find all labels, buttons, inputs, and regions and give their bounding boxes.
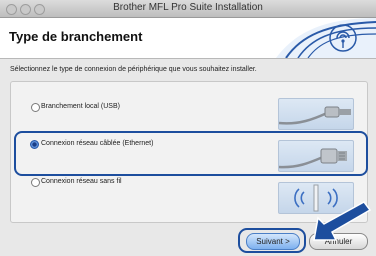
usb-cable-icon xyxy=(278,98,354,130)
page-header: Type de branchement xyxy=(0,18,376,59)
wireless-logo-icon xyxy=(276,18,376,58)
window-title: Brother MFL Pro Suite Installation xyxy=(113,2,263,13)
radio-wireless[interactable] xyxy=(31,178,40,187)
option-label-wireless[interactable]: Connexion réseau sans fil xyxy=(41,178,122,185)
selected-option-highlight xyxy=(14,131,368,176)
title-bar: Brother MFL Pro Suite Installation xyxy=(0,0,376,18)
pointer-arrow-icon xyxy=(313,201,372,241)
installer-window: Brother MFL Pro Suite Installation Type … xyxy=(0,0,376,256)
instruction-text: Sélectionnez le type de connexion de pér… xyxy=(10,66,257,73)
radio-usb[interactable] xyxy=(31,103,40,112)
page-title: Type de branchement xyxy=(9,29,143,44)
option-label-usb[interactable]: Branchement local (USB) xyxy=(41,103,120,110)
